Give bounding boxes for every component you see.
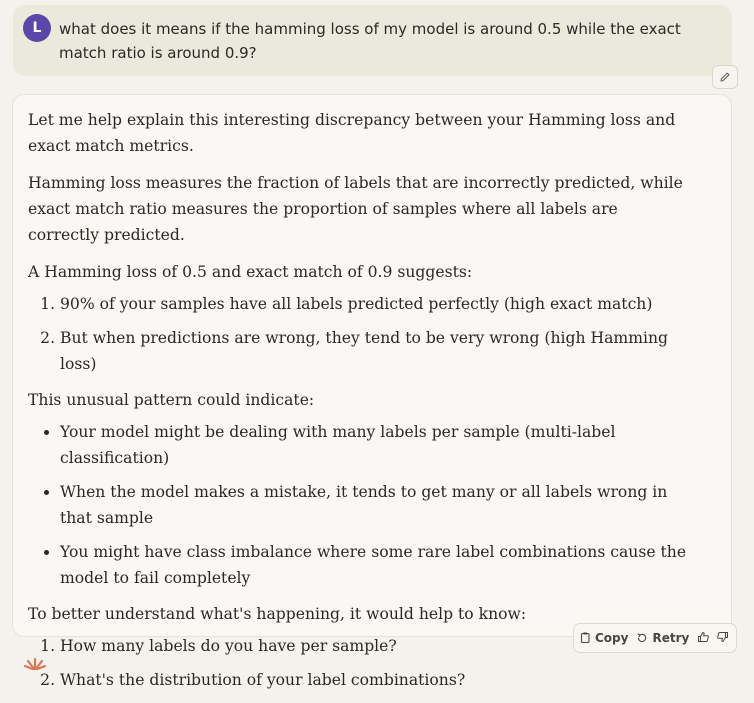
avatar[interactable]: L <box>23 14 51 42</box>
pencil-icon <box>719 68 731 87</box>
list-item: 90% of your samples have all labels pred… <box>60 291 688 317</box>
assistant-message-content: Let me help explain this interesting dis… <box>28 107 688 703</box>
retry-label: Retry <box>652 631 690 645</box>
edit-message-button[interactable] <box>712 65 738 89</box>
thumbs-down-icon <box>716 631 729 646</box>
message-actions: Copy Retry <box>573 623 737 653</box>
copy-icon <box>580 632 591 644</box>
definition-paragraph: Hamming loss measures the fraction of la… <box>28 174 683 244</box>
indicate-list: Your model might be dealing with many la… <box>28 419 688 591</box>
copy-label: Copy <box>595 631 629 645</box>
user-message-text: what does it means if the hamming loss o… <box>59 20 681 62</box>
list-item: You might have class imbalance where som… <box>60 539 688 591</box>
intro-paragraph: Let me help explain this interesting dis… <box>28 111 676 155</box>
list-item: When the model makes a mistake, it tends… <box>60 479 688 531</box>
copy-button[interactable]: Copy <box>580 631 628 645</box>
retry-icon <box>636 632 648 644</box>
assistant-message: Let me help explain this interesting dis… <box>12 94 732 689</box>
retry-button[interactable]: Retry <box>636 631 689 645</box>
suggests-heading: A Hamming loss of 0.5 and exact match of… <box>28 263 473 281</box>
list-item: But when predictions are wrong, they ten… <box>60 325 688 377</box>
list-item: What's the distribution of your label co… <box>60 667 688 693</box>
indicate-heading: This unusual pattern could indicate: <box>28 391 315 409</box>
thumbs-up-button[interactable] <box>697 631 710 646</box>
user-message: L what does it means if the hamming loss… <box>13 5 732 76</box>
suggests-list: 90% of your samples have all labels pred… <box>28 291 688 377</box>
list-item: Your model might be dealing with many la… <box>60 419 688 471</box>
thumbs-down-button[interactable] <box>716 631 729 646</box>
thumbs-up-icon <box>697 631 710 646</box>
